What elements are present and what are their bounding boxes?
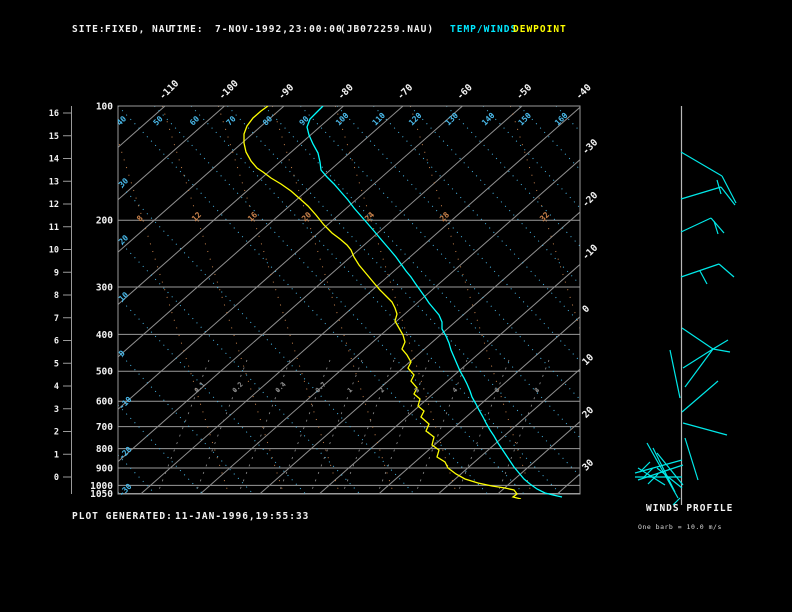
svg-text:300: 300 [96,283,113,294]
svg-text:-50: -50 [514,82,534,102]
svg-text:40: 40 [115,114,128,127]
svg-text:600: 600 [96,397,113,408]
svg-text:10: 10 [117,290,130,303]
svg-text:2: 2 [54,428,59,438]
svg-text:32: 32 [538,210,551,223]
plot-generated-label: PLOT GENERATED: [72,511,173,522]
svg-text:28: 28 [438,210,451,223]
svg-text:-100: -100 [217,78,241,102]
height-axis: 012345678910111213141516 [49,106,72,494]
svg-text:20: 20 [117,233,130,246]
svg-text:13: 13 [49,177,59,187]
svg-text:-40: -40 [574,82,594,102]
pressure-axis-labels: 10020030040050060070080090010001050 [90,102,113,500]
svg-text:70: 70 [225,114,238,127]
svg-text:-30: -30 [117,482,134,499]
svg-text:140: 140 [480,111,497,128]
winds-barb-legend: One barb = 10.0 m/s [638,523,722,531]
plot-generated-value: 11-JAN-1996,19:55:33 [175,511,310,522]
svg-text:20: 20 [580,405,596,421]
svg-text:100: 100 [96,102,113,113]
svg-text:10: 10 [49,246,59,256]
svg-text:120: 120 [407,111,424,128]
dry-adiabat-lines [118,106,580,495]
svg-text:15: 15 [49,132,59,142]
svg-text:150: 150 [517,111,534,128]
svg-text:-30: -30 [580,137,600,157]
svg-text:12: 12 [190,210,203,223]
svg-text:110: 110 [371,111,388,128]
svg-text:-20: -20 [580,190,600,210]
svg-text:-20: -20 [117,445,134,462]
svg-text:130: 130 [444,111,461,128]
svg-text:9: 9 [54,268,59,278]
svg-text:0.4: 0.4 [274,380,288,394]
svg-text:200: 200 [96,216,113,227]
svg-text:60: 60 [188,114,201,127]
wind-barbs [634,151,737,506]
plot-border [117,105,581,495]
dry-adiabat-labels-left: 3020100-10-20-30 [117,176,134,498]
winds-profile-title: WINDS PROFILE [646,503,734,514]
svg-text:4: 4 [451,386,459,394]
dry-adiabat-labels-top: 40 50 60 70 80 90 100 110 120 130 140 150 160 [115,111,570,128]
svg-text:8: 8 [533,386,541,394]
svg-text:0.2: 0.2 [231,380,245,394]
svg-text:400: 400 [96,330,113,341]
svg-text:16: 16 [49,109,59,119]
svg-text:8: 8 [54,291,59,301]
svg-text:4: 4 [54,382,59,392]
svg-text:2: 2 [378,386,386,394]
svg-text:14: 14 [49,155,59,165]
svg-text:6: 6 [54,337,59,347]
svg-text:20: 20 [300,210,313,223]
isotherm-labels-right: -30 -20 -10 0 10 20 30 [580,137,600,473]
sounding-app-window: SITE: FIXED, NAU TIME: 7-NOV-1992,23:00:… [0,0,792,612]
svg-text:700: 700 [96,422,113,433]
svg-text:7: 7 [54,314,59,324]
svg-text:5: 5 [54,359,59,369]
svg-text:0: 0 [54,473,59,483]
svg-text:100: 100 [334,111,351,128]
mixing-ratio-labels: 0.1 0.2 0.4 0.7 1 2 3 4 6 8 [193,380,541,394]
svg-text:-110: -110 [157,78,181,102]
svg-text:16: 16 [246,210,259,223]
svg-text:10: 10 [580,352,596,368]
svg-text:-70: -70 [395,82,415,102]
pressure-gridlines [118,105,580,494]
svg-text:0.1: 0.1 [193,380,207,394]
svg-text:0: 0 [580,303,592,315]
moist-adiabat-labels: 8 12 16 20 24 28 32 [135,210,551,223]
isotherm-labels-top: -110 -100 -90 -80 -70 -60 -50 -40 [157,78,594,102]
svg-text:1: 1 [54,450,59,460]
svg-text:1050: 1050 [90,489,113,500]
moist-adiabat-lines [118,106,580,495]
svg-text:-80: -80 [336,82,356,102]
svg-text:30: 30 [580,457,596,473]
svg-text:800: 800 [96,444,113,455]
svg-text:160: 160 [553,111,570,128]
svg-text:90: 90 [298,114,311,127]
svg-text:-90: -90 [276,82,296,102]
svg-text:-60: -60 [455,82,475,102]
svg-text:11: 11 [49,223,59,233]
svg-text:30: 30 [117,176,130,189]
svg-text:1: 1 [346,386,354,394]
svg-text:8: 8 [135,214,145,224]
svg-text:-10: -10 [580,242,600,262]
svg-text:12: 12 [49,200,59,210]
svg-text:3: 3 [54,405,59,415]
svg-text:900: 900 [96,464,113,475]
dewpoint-trace [243,106,522,499]
svg-text:500: 500 [96,367,113,378]
